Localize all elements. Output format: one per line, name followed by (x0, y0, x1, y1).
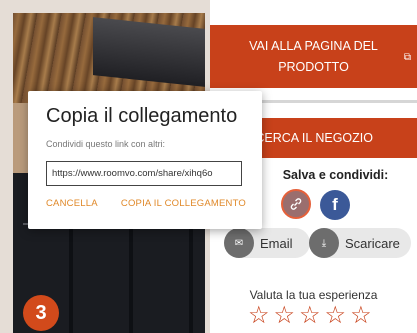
facebook-icon: f (332, 195, 338, 214)
dialog-subtitle: Condividi questo link con altri: (46, 139, 166, 149)
star-icon[interactable]: ☆ (325, 303, 347, 329)
rating-prompt: Valuta la tua esperienza (249, 288, 378, 302)
star-icon[interactable]: ☆ (350, 303, 372, 329)
star-icon[interactable]: ☆ (248, 303, 270, 329)
download-label: Scaricare (345, 235, 400, 251)
product-page-button[interactable]: VAI ALLA PAGINA DEL PRODOTTO ⧉ (210, 25, 417, 88)
download-icon: ⤓ (309, 228, 339, 258)
range-hood (93, 17, 205, 87)
facebook-share-button[interactable]: f (320, 190, 350, 220)
product-page-label: VAI ALLA PAGINA DEL PRODOTTO (249, 38, 378, 74)
dialog-actions: CANCELLA COPIA IL COLLEGAMENTO (46, 198, 246, 209)
copy-link-confirm-button[interactable]: COPIA IL COLLEGAMENTO (121, 198, 246, 209)
download-button[interactable]: ⤓ Scaricare (309, 228, 411, 258)
step-badge: 3 (23, 295, 59, 331)
share-link-input[interactable] (46, 161, 242, 186)
star-icon[interactable]: ☆ (299, 303, 321, 329)
copy-link-button[interactable] (281, 189, 311, 219)
external-link-icon: ⧉ (403, 52, 411, 63)
link-icon (290, 198, 302, 210)
find-store-label: CERCA IL NEGOZIO (255, 131, 373, 145)
dialog-title: Copia il collegamento (46, 105, 238, 127)
envelope-icon: ✉ (224, 228, 254, 258)
email-label: Email (260, 235, 293, 251)
copy-link-dialog: Copia il collegamento Condividi questo l… (28, 91, 262, 229)
rating-stars: ☆ ☆ ☆ ☆ ☆ (248, 303, 372, 329)
email-button[interactable]: ✉ Email (224, 228, 310, 258)
cancel-button[interactable]: CANCELLA (46, 198, 98, 209)
star-icon[interactable]: ☆ (274, 303, 296, 329)
